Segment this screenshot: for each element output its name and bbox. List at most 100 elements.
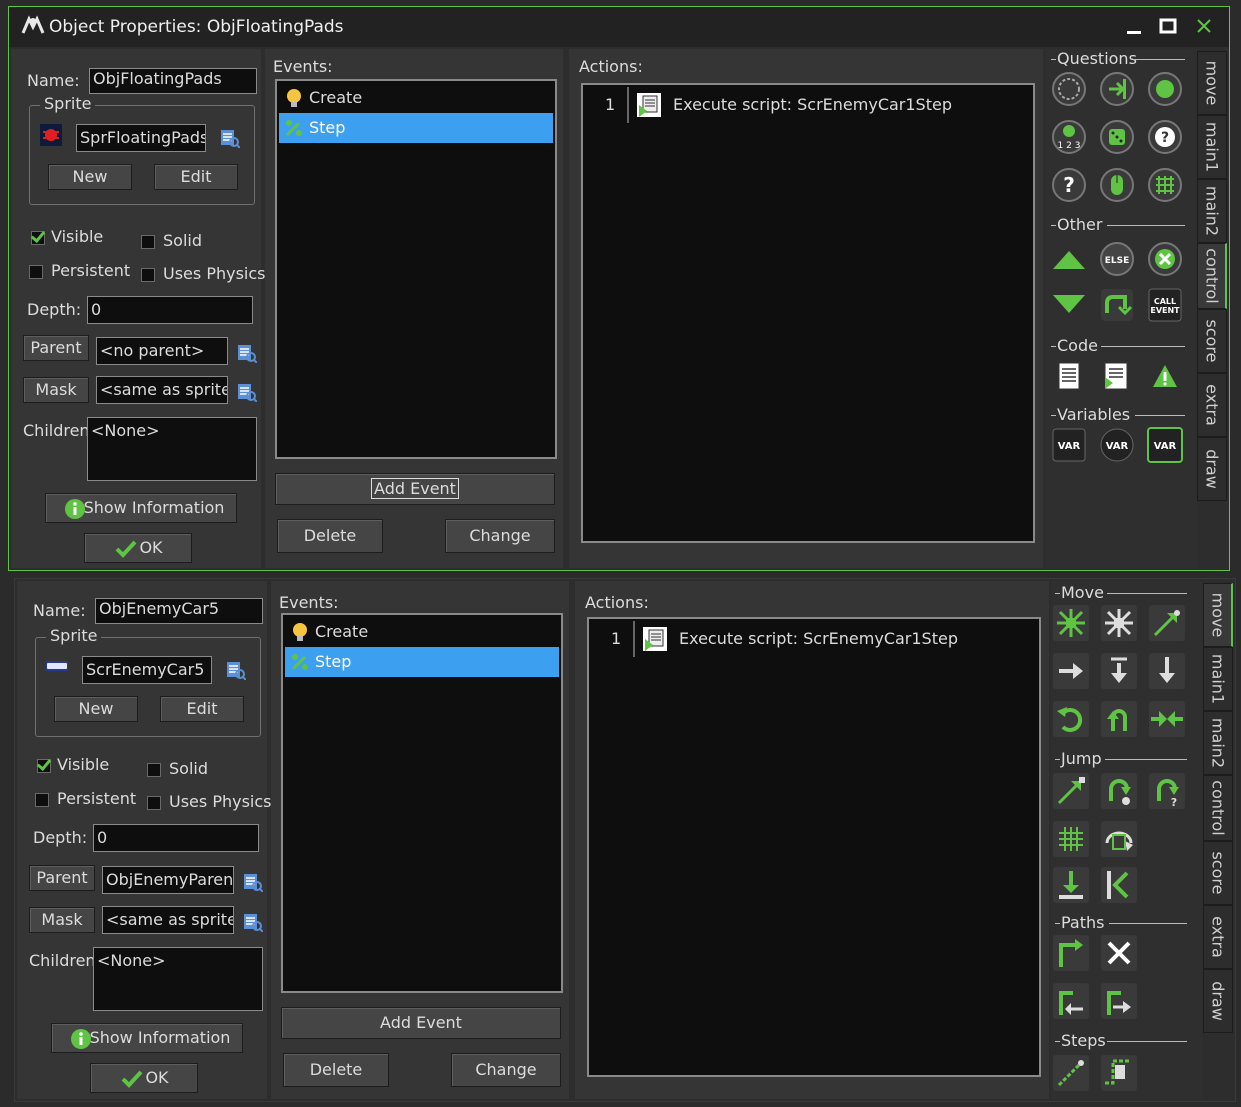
mask-field[interactable]: <same as sprite> — [96, 376, 228, 404]
tab-score[interactable]: score — [1197, 309, 1227, 373]
change-event-button[interactable]: Change — [445, 519, 555, 553]
event-row-step[interactable]: Step — [285, 647, 559, 677]
tab-move[interactable]: move — [1203, 583, 1233, 647]
parent-button[interactable]: Parent — [23, 335, 89, 361]
exit-event-icon[interactable] — [1145, 239, 1185, 279]
solid-checkbox[interactable] — [147, 763, 161, 777]
test-collision-icon[interactable] — [1097, 69, 1137, 109]
test-empty-icon[interactable] — [1049, 69, 1089, 109]
show-information-button[interactable]: Show Information — [51, 1023, 243, 1053]
change-event-button[interactable]: Change — [451, 1053, 561, 1087]
ok-button[interactable]: OK — [84, 533, 192, 563]
tab-control[interactable]: control — [1203, 775, 1233, 841]
sprite-browse-icon[interactable] — [220, 128, 241, 149]
sprite-edit-button[interactable]: Edit — [154, 164, 238, 190]
tab-main1[interactable]: main1 — [1197, 115, 1227, 179]
end-block-icon[interactable] — [1049, 285, 1089, 325]
sprite-new-button[interactable]: New — [48, 164, 132, 190]
move-free-icon[interactable] — [1099, 603, 1139, 643]
jump-to-position-icon[interactable] — [1051, 771, 1091, 811]
reverse-horizontal-icon[interactable] — [1051, 699, 1091, 739]
event-row-create[interactable]: Create — [279, 83, 553, 113]
sprite-new-button[interactable]: New — [54, 696, 138, 722]
tab-main2[interactable]: main2 — [1203, 711, 1233, 775]
test-mouse-icon[interactable] — [1097, 165, 1137, 205]
path-position-icon[interactable] — [1051, 981, 1091, 1021]
depth-field[interactable]: 0 — [93, 824, 259, 852]
sprite-browse-icon[interactable] — [226, 660, 247, 681]
jump-to-random-icon[interactable]: ? — [1147, 771, 1187, 811]
delete-event-button[interactable]: Delete — [277, 519, 383, 553]
start-block-icon[interactable] — [1049, 239, 1089, 279]
test-grid-icon[interactable] — [1145, 165, 1185, 205]
ok-button[interactable]: OK — [90, 1063, 198, 1093]
persistent-checkbox[interactable] — [29, 265, 43, 279]
step-towards-icon[interactable] — [1051, 1053, 1091, 1093]
move-to-contact-icon[interactable] — [1051, 865, 1091, 905]
test-instance-icon[interactable] — [1145, 69, 1185, 109]
else-icon[interactable]: ELSE — [1097, 239, 1137, 279]
parent-button[interactable]: Parent — [29, 865, 95, 891]
persistent-checkbox[interactable] — [35, 793, 49, 807]
tab-extra[interactable]: extra — [1197, 373, 1227, 437]
test-expression-icon[interactable]: ? — [1049, 165, 1089, 205]
minimize-icon[interactable] — [1121, 15, 1147, 39]
sprite-field[interactable]: ScrEnemyCar5 — [82, 656, 212, 684]
set-variable-icon[interactable]: VAR — [1049, 425, 1089, 465]
parent-field[interactable]: <no parent> — [96, 337, 228, 365]
bounce-icon[interactable] — [1099, 865, 1139, 905]
uses-physics-checkbox[interactable] — [147, 796, 161, 810]
draw-variable-icon[interactable]: VAR — [1145, 425, 1185, 465]
align-to-grid-icon[interactable] — [1051, 819, 1091, 859]
action-row[interactable]: 1 Execute script: ScrEnemyCar1Step — [585, 87, 1025, 123]
test-variable-icon[interactable]: VAR — [1097, 425, 1137, 465]
parent-browse-icon[interactable] — [237, 343, 258, 364]
add-event-button[interactable]: Add Event — [275, 473, 555, 505]
speed-vertical-icon[interactable] — [1099, 651, 1139, 691]
show-information-button[interactable]: Show Information — [45, 493, 237, 523]
jump-to-start-icon[interactable] — [1099, 771, 1139, 811]
add-event-button[interactable]: Add Event — [281, 1007, 561, 1039]
mask-button[interactable]: Mask — [23, 377, 89, 403]
gravity-icon[interactable] — [1147, 651, 1187, 691]
delete-event-button[interactable]: Delete — [283, 1053, 389, 1087]
speed-horizontal-icon[interactable] — [1051, 651, 1091, 691]
maximize-icon[interactable] — [1155, 15, 1181, 39]
set-path-icon[interactable] — [1051, 933, 1091, 973]
children-field[interactable]: <None> — [87, 417, 257, 481]
test-question-icon[interactable]: ? — [1145, 117, 1185, 157]
visible-checkbox[interactable] — [31, 231, 45, 245]
title-bar[interactable]: Object Properties: ObjFloatingPads — [9, 7, 1229, 47]
tab-control[interactable]: control — [1197, 243, 1227, 309]
friction-icon[interactable] — [1147, 699, 1187, 739]
solid-checkbox[interactable] — [141, 235, 155, 249]
test-chance-icon[interactable] — [1097, 117, 1137, 157]
name-field[interactable]: ObjFloatingPads — [89, 68, 257, 94]
action-row[interactable]: 1 Execute script: ScrEnemyCar1Step — [591, 621, 1031, 657]
wrap-screen-icon[interactable] — [1099, 819, 1139, 859]
children-field[interactable]: <None> — [93, 947, 263, 1011]
end-path-icon[interactable] — [1099, 933, 1139, 973]
sprite-edit-button[interactable]: Edit — [160, 696, 244, 722]
step-avoiding-icon[interactable] — [1099, 1053, 1139, 1093]
tab-draw[interactable]: draw — [1197, 437, 1227, 501]
uses-physics-checkbox[interactable] — [141, 268, 155, 282]
depth-field[interactable]: 0 — [87, 296, 253, 324]
mask-browse-icon[interactable] — [243, 912, 264, 933]
visible-checkbox[interactable] — [37, 759, 51, 773]
tab-draw[interactable]: draw — [1203, 969, 1233, 1033]
event-row-step[interactable]: Step — [279, 113, 553, 143]
name-field[interactable]: ObjEnemyCar5 — [95, 598, 263, 624]
repeat-icon[interactable] — [1097, 285, 1137, 325]
parent-field[interactable]: ObjEnemyParent — [102, 866, 234, 894]
path-speed-icon[interactable] — [1099, 981, 1139, 1021]
tab-move[interactable]: move — [1197, 51, 1227, 115]
mask-field[interactable]: <same as sprite> — [102, 906, 234, 934]
execute-code-icon[interactable] — [1049, 357, 1089, 397]
test-instance-count-icon[interactable]: 1 2 3 — [1049, 117, 1089, 157]
tab-main1[interactable]: main1 — [1203, 647, 1233, 711]
call-event-icon[interactable]: CALL EVENT — [1145, 285, 1185, 325]
tab-main2[interactable]: main2 — [1197, 179, 1227, 243]
tab-score[interactable]: score — [1203, 841, 1233, 905]
parent-browse-icon[interactable] — [243, 872, 264, 893]
